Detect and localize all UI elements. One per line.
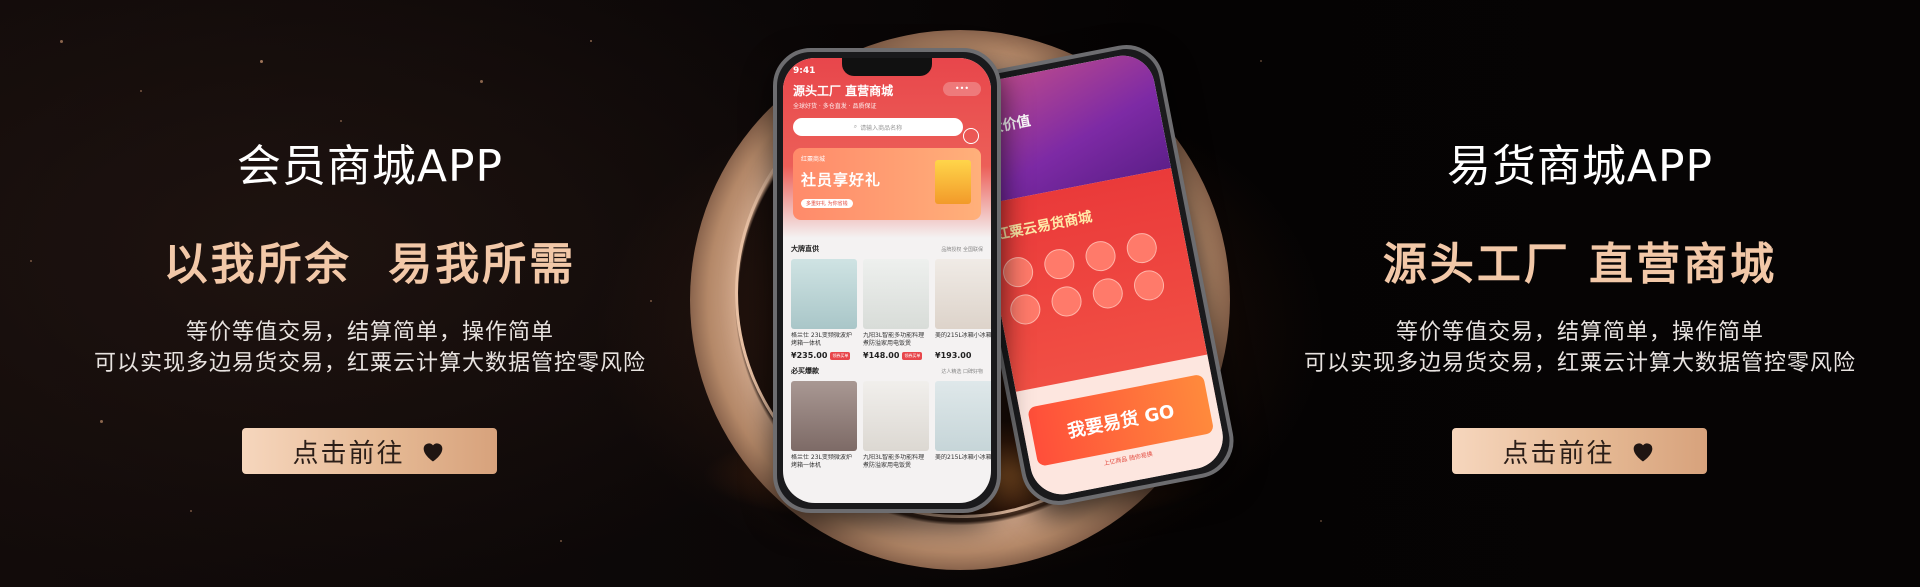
- product-price: ¥148.00: [863, 351, 900, 360]
- heart-icon: [1633, 443, 1652, 462]
- product-card[interactable]: 美的215L冰箱小冰箱: [935, 381, 991, 470]
- section-title: 大牌直供: [791, 245, 819, 253]
- cta-label: 点击前往: [1502, 438, 1615, 469]
- product-tag: 领券买单: [830, 351, 851, 360]
- product-name: 美的215L冰箱小冰箱: [935, 454, 991, 461]
- section-header: 必买爆款 达人精选 口碑好物: [791, 364, 983, 378]
- product-price-row: ¥193.00: [935, 351, 991, 360]
- barter-mall-slogan: 源头工厂 直营商城: [1382, 239, 1778, 290]
- cta-label: 点击前往: [292, 438, 405, 469]
- member-mall-desc-line2: 可以实现多边易货交易，红粟云计算大数据管控零风险: [93, 351, 646, 376]
- member-mall-desc-line1: 等价等值交易，结算简单，操作简单: [185, 320, 554, 345]
- product-image: [863, 259, 929, 329]
- section-tags: 品牌授权 全国联保: [941, 246, 983, 253]
- category-icon[interactable]: [1082, 238, 1119, 274]
- sparkle: [30, 260, 32, 262]
- phone-notch: [842, 58, 932, 76]
- back-category-grid: [1000, 227, 1186, 328]
- category-icon[interactable]: [1041, 246, 1077, 282]
- search-bar[interactable]: ⌕ 请输入商品名称: [793, 118, 963, 136]
- search-placeholder: 请输入商品名称: [860, 124, 903, 132]
- promo-banner-pill: 多重好礼 为你省钱: [801, 199, 853, 208]
- product-image: [935, 259, 991, 329]
- hero-banner: 五大价值 红粟云易货商城 我要易货 GO 上亿商品 随你易换 9:41 源头工厂…: [0, 0, 1920, 587]
- section-tags: 达人精选 口碑好物: [941, 368, 983, 375]
- member-mall-cta-button[interactable]: 点击前往: [242, 428, 497, 474]
- barter-mall-panel: 易货商城APP 源头工厂 直营商城 等价等值交易，结算简单，操作简单 可以实现多…: [1240, 0, 1920, 587]
- product-image: [935, 381, 991, 451]
- phone-front-screen: 9:41 源头工厂 直营商城 全球好货 · 多仓直发 · 品质保证 ••• ⌕ …: [783, 58, 991, 503]
- section-title: 必买爆款: [791, 367, 819, 375]
- section-brand-direct: 大牌直供 品牌授权 全国联保 格兰仕 23L变频微波炉烤箱一体机 ¥235.00…: [783, 238, 991, 360]
- product-price-row: ¥235.00 领券买单: [791, 351, 857, 360]
- product-name: 九阳3L智能多功能料理煮防溢家用电饭煲: [863, 454, 925, 469]
- barter-go-banner[interactable]: 我要易货 GO: [1027, 373, 1215, 467]
- product-card[interactable]: 格兰仕 23L变频微波炉烤箱一体机 ¥235.00 领券买单: [791, 259, 857, 360]
- category-icon[interactable]: [1007, 291, 1043, 328]
- section-header: 大牌直供 品牌授权 全国联保: [791, 242, 983, 256]
- section-must-buy: 必买爆款 达人精选 口碑好物 格兰仕 23L变频微波炉烤箱一体机 九阳3L智能多…: [783, 360, 991, 470]
- product-name: 格兰仕 23L变频微波炉烤箱一体机: [791, 454, 852, 469]
- category-icon[interactable]: [1124, 230, 1160, 266]
- product-price: ¥235.00: [791, 351, 828, 360]
- barter-mall-desc-line2: 可以实现多边易货交易，红粟云计算大数据管控零风险: [1303, 351, 1856, 376]
- member-mall-slogan: 以我所余 易我所需: [163, 239, 577, 290]
- scan-icon[interactable]: [963, 128, 979, 144]
- member-mall-panel: 会员商城APP 以我所余 易我所需 等价等值交易，结算简单，操作简单 可以实现多…: [40, 0, 700, 587]
- product-card[interactable]: 九阳3L智能多功能料理煮防溢家用电饭煲: [863, 381, 929, 470]
- product-name: 美的215L冰箱小冰箱: [935, 332, 991, 339]
- product-name: 九阳3L智能多功能料理煮防溢家用电饭煲: [863, 332, 925, 347]
- product-image: [863, 381, 929, 451]
- product-image: [791, 381, 857, 451]
- search-icon: ⌕: [853, 123, 858, 130]
- product-image: [791, 259, 857, 329]
- gift-box-icon: [935, 160, 971, 204]
- product-card[interactable]: 美的215L冰箱小冰箱 ¥193.00: [935, 259, 991, 360]
- barter-mall-title: 易货商城APP: [1446, 141, 1714, 192]
- phone-front: 9:41 源头工厂 直营商城 全球好货 · 多仓直发 · 品质保证 ••• ⌕ …: [773, 48, 1001, 513]
- app-subtitle: 全球好货 · 多仓直发 · 品质保证: [793, 103, 877, 110]
- product-price-row: ¥148.00 领券买单: [863, 351, 929, 360]
- member-mall-title: 会员商城APP: [236, 141, 504, 192]
- product-row: 格兰仕 23L变频微波炉烤箱一体机 九阳3L智能多功能料理煮防溢家用电饭煲 美的…: [791, 381, 991, 470]
- barter-mall-cta-button[interactable]: 点击前往: [1452, 428, 1707, 474]
- product-card[interactable]: 九阳3L智能多功能料理煮防溢家用电饭煲 ¥148.00 领券买单: [863, 259, 929, 360]
- heart-icon: [423, 443, 442, 462]
- product-card[interactable]: 格兰仕 23L变频微波炉烤箱一体机: [791, 381, 857, 470]
- more-menu-icon[interactable]: •••: [943, 82, 981, 96]
- product-tag: 领券买单: [902, 351, 923, 360]
- product-name: 格兰仕 23L变频微波炉烤箱一体机: [791, 332, 852, 347]
- category-icon[interactable]: [1131, 267, 1167, 303]
- app-header: 9:41 源头工厂 直营商城 全球好货 · 多仓直发 · 品质保证 ••• ⌕ …: [783, 58, 991, 238]
- category-icon[interactable]: [1000, 254, 1036, 290]
- category-icon[interactable]: [1090, 275, 1126, 312]
- product-row: 格兰仕 23L变频微波炉烤箱一体机 ¥235.00 领券买单 九阳3L智能多功能…: [791, 259, 991, 360]
- category-icon[interactable]: [1048, 283, 1085, 320]
- promo-banner[interactable]: 红粟商城 社员享好礼 多重好礼 为你省钱: [793, 148, 981, 220]
- barter-mall-desc-line1: 等价等值交易，结算简单，操作简单: [1395, 320, 1764, 345]
- product-price: ¥193.00: [935, 351, 972, 360]
